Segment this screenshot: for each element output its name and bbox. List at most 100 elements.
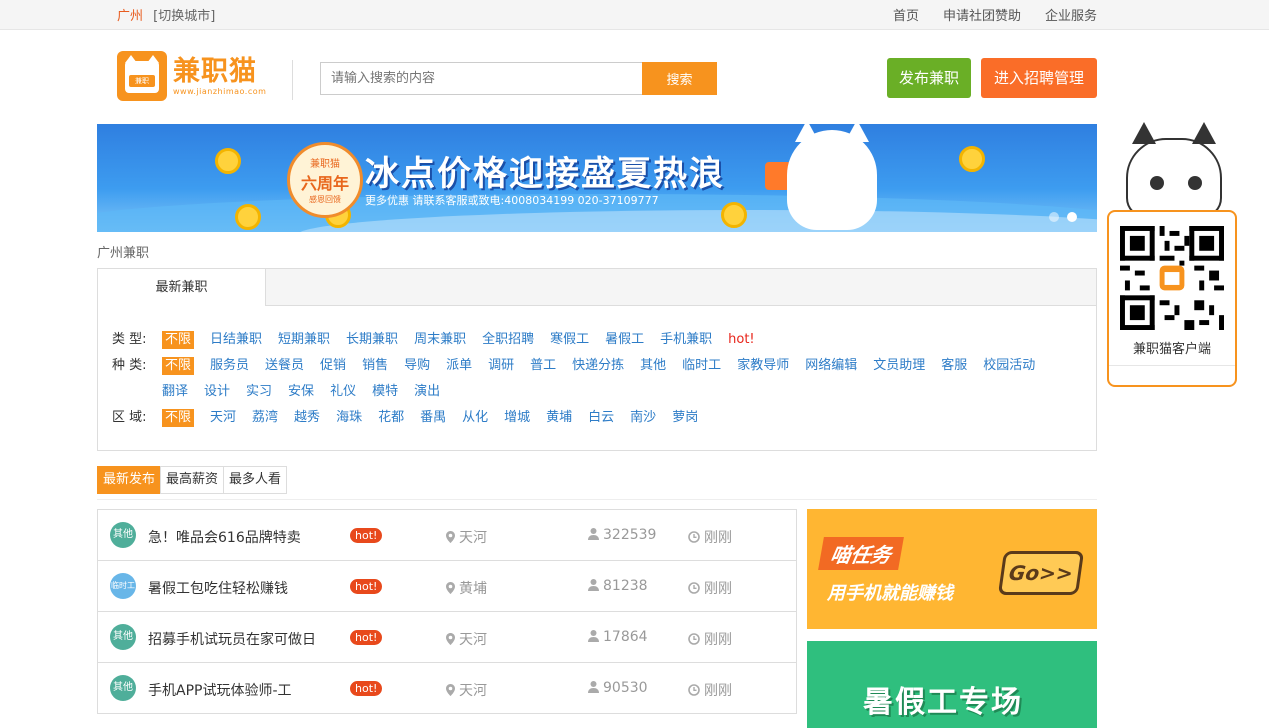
job-row[interactable]: 其他 手机APP试玩体验师-工 hot! 天河 90530 刚刚 [98,663,796,714]
job-title[interactable]: 急！唯品会616品牌特卖 [148,527,301,547]
filter-option[interactable]: 普工 [530,353,556,379]
filter-row-type: 类 型: 不限 日结兼职 短期兼职 长期兼职 周末兼职 全职招聘 寒假工 暑假工 手机兼职 hot… [112,327,1072,353]
filter-option[interactable]: 海珠 [336,405,362,431]
banner-subline: 更多优惠 请联系客服或致电:4008034199 020-37109777 [365,194,659,207]
sort-tab-salary[interactable]: 最高薪资 [160,466,225,494]
filter-option[interactable]: 校园活动 [983,353,1035,379]
job-list: 其他 急！唯品会616品牌特卖 hot! 天河 322539 刚刚 临时工 暑假工包吃住轻松赚… [97,509,797,714]
job-time: 刚刚 [688,680,732,700]
coin-icon [959,146,985,172]
filter-option[interactable]: 快递分拣 [572,353,624,379]
filter-option[interactable]: 服务员 [210,353,249,379]
promo-banner[interactable]: 兼职猫 六周年 感恩回馈 冰点价格迎接盛夏热浪 更多优惠 请联系客服或致电:40… [97,124,1097,232]
filter-option[interactable]: 临时工 [682,353,721,379]
app-qr-widget[interactable]: 兼职猫客户端 [1107,210,1237,387]
ad-title: 喵任务 [818,537,904,570]
home-link[interactable]: 首页 [893,5,919,24]
carousel-dot[interactable] [1049,212,1059,222]
filter-option[interactable]: 南沙 [630,405,656,431]
search-input[interactable] [320,62,642,95]
filter-option[interactable]: 番禺 [420,405,446,431]
filter-option-selected[interactable]: 不限 [162,331,195,349]
publish-job-button[interactable]: 发布兼职 [887,58,971,98]
filter-option[interactable]: 全职招聘 [482,327,534,353]
filter-option[interactable]: 促销 [320,353,346,379]
filter-label: 类 型: [112,332,147,347]
filter-option[interactable]: 调研 [488,353,514,379]
filter-option[interactable]: 销售 [362,353,388,379]
ad-subtitle: 用手机就能赚钱 [827,583,953,604]
sort-tab-latest[interactable]: 最新发布 [97,466,162,494]
filter-option[interactable]: 翻译 [162,379,188,405]
filter-option[interactable]: 花都 [378,405,404,431]
job-title[interactable]: 招募手机试玩员在家可做日 [148,629,316,649]
job-row[interactable]: 临时工 暑假工包吃住轻松赚钱 hot! 黄埔 81238 刚刚 [98,561,796,612]
filter-option[interactable]: 安保 [288,379,314,405]
job-views: 17864 [588,629,648,645]
sort-tabs: 最新发布 最高薪资 最多人看 [97,466,288,494]
clock-icon [688,684,700,696]
filter-row-area: 区 域: 不限 天河 荔湾 越秀 海珠 花都 番禺 从化 增城 黄埔 白云 南沙 萝岗 [112,405,1072,431]
filter-option-selected[interactable]: 不限 [162,409,195,427]
filter-option[interactable]: 增城 [504,405,530,431]
filter-option[interactable]: 手机兼职 [660,327,712,353]
logo-text: 兼职猫 [173,55,257,87]
job-category-badge: 临时工 [110,573,136,599]
filter-option[interactable]: 天河 [210,405,236,431]
job-category-badge: 其他 [110,522,136,548]
filter-option[interactable]: 模特 [372,379,398,405]
enterprise-link[interactable]: 企业服务 [1045,5,1097,24]
ad-miao-task[interactable]: 喵任务 用手机就能赚钱 Go>> [807,509,1097,629]
filter-option[interactable]: 设计 [204,379,230,405]
search-button[interactable]: 搜索 [642,62,717,95]
filter-option[interactable]: 萝岗 [672,405,698,431]
job-area-text: 天河 [459,530,487,546]
filter-option[interactable]: 送餐员 [265,353,304,379]
qr-code-icon [1120,226,1224,330]
filter-option[interactable]: 家教导师 [737,353,789,379]
carousel-dot-active[interactable] [1067,212,1077,222]
filter-option[interactable]: 黄埔 [546,405,572,431]
filter-option[interactable]: 荔湾 [252,405,278,431]
header-divider [292,60,293,100]
job-row[interactable]: 其他 急！唯品会616品牌特卖 hot! 天河 322539 刚刚 [98,510,796,561]
filter-option[interactable]: 客服 [941,353,967,379]
ad-summer-jobs[interactable]: 暑假工专场 [807,641,1097,728]
filter-option[interactable]: 网络编辑 [805,353,857,379]
filter-option[interactable]: 礼仪 [330,379,356,405]
filter-option[interactable]: 实习 [246,379,272,405]
go-button[interactable]: Go>> [997,551,1085,595]
site-logo[interactable]: 兼职 兼职猫 www.jianzhimao.com [117,50,272,102]
filter-option[interactable]: 日结兼职 [210,327,262,353]
filter-option[interactable]: 周末兼职 [414,327,466,353]
job-views-text: 322539 [603,527,657,543]
filter-option[interactable]: 其他 [640,353,666,379]
top-links: 首页 申请社团赞助 企业服务 [893,5,1097,24]
recruit-manage-button[interactable]: 进入招聘管理 [981,58,1097,98]
switch-city-link[interactable]: [切换城市] [153,9,215,24]
job-views-text: 17864 [603,629,648,645]
job-time-text: 刚刚 [704,683,732,699]
sponsor-link[interactable]: 申请社团赞助 [943,5,1021,24]
tab-latest-jobs[interactable]: 最新兼职 [98,269,266,306]
filter-option[interactable]: 派单 [446,353,472,379]
filter-option[interactable]: 寒假工 [550,327,589,353]
job-title[interactable]: 手机APP试玩体验师-工 [148,680,292,700]
filter-option[interactable]: 短期兼职 [278,327,330,353]
clock-icon [688,582,700,594]
filter-option[interactable]: 演出 [414,379,440,405]
filter-option[interactable]: 白云 [588,405,614,431]
filter-option-selected[interactable]: 不限 [162,357,195,375]
job-row[interactable]: 其他 招募手机试玩员在家可做日 hot! 天河 17864 刚刚 [98,612,796,663]
sort-tab-views[interactable]: 最多人看 [223,466,288,494]
filter-option[interactable]: 暑假工 [605,327,644,353]
filter-option[interactable]: 导购 [404,353,430,379]
filter-option[interactable]: 越秀 [294,405,320,431]
filter-option[interactable]: 从化 [462,405,488,431]
hot-badge: hot! [350,681,383,696]
filter-option[interactable]: 长期兼职 [346,327,398,353]
job-title[interactable]: 暑假工包吃住轻松赚钱 [148,578,288,598]
filter-option[interactable]: 文员助理 [873,353,925,379]
top-bar: 广州 [切换城市] 首页 申请社团赞助 企业服务 [0,0,1269,30]
job-views: 90530 [588,680,648,696]
